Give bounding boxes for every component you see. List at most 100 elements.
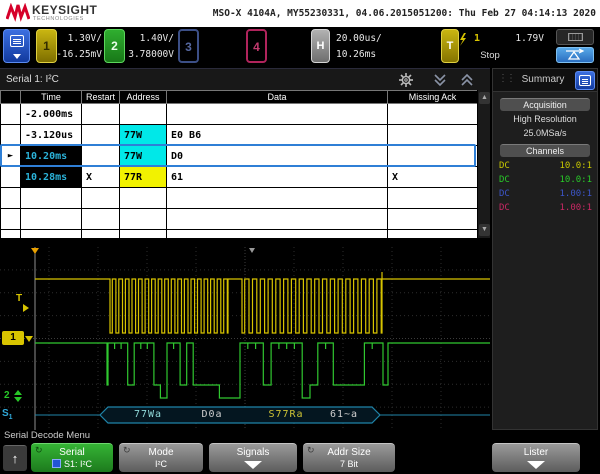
channel-3-button[interactable]: 3 (178, 29, 199, 63)
channel-2-offset: 3.78000V (122, 47, 174, 63)
hamburger-icon (579, 75, 591, 86)
missing-ack-column-header: Missing Ack (388, 91, 478, 104)
table-row[interactable]: -3.120us 77W E0 B6 (1, 125, 478, 146)
trigger-level: 1.79V (496, 33, 544, 44)
restart-cell (82, 104, 120, 125)
row-marker: ► (1, 146, 21, 167)
submenu-arrow-icon (244, 461, 262, 469)
waveform-display (0, 247, 490, 430)
softkey-label: Signals (209, 447, 297, 458)
scl-trace (35, 272, 490, 333)
time-cell: 10.28ms (21, 167, 82, 188)
channel-2-readout: 1.40V/ 3.78000V (122, 31, 174, 63)
checkbox-icon (52, 459, 61, 468)
channel-1-ground-marker[interactable]: 1 (2, 331, 24, 345)
data-cell: 61 (167, 167, 388, 188)
top-header: KEYSIGHT TECHNOLOGIES MSO-X 4104A, MY552… (0, 0, 600, 27)
table-row[interactable] (1, 188, 478, 209)
triangle-right-icon (23, 304, 29, 312)
channel-2-arrow-down-icon (14, 397, 22, 402)
time-column-header: Time (21, 91, 82, 104)
data-cell: E0 B6 (167, 125, 388, 146)
timebase-delay: 10.26ms (336, 47, 396, 63)
scroll-down-icon[interactable]: ▼ (479, 224, 490, 236)
cursors-button[interactable] (556, 47, 594, 63)
serial-panel-title: Serial 1: I²C (6, 74, 59, 85)
missing-ack-cell: X (388, 167, 478, 188)
summary-tab[interactable]: ⋮⋮ Summary ⋮⋮ (493, 69, 597, 92)
sidebar-title: Summary (515, 74, 571, 85)
signals-softkey[interactable]: Signals (209, 443, 297, 472)
table-row-selected[interactable]: ► 10.20ms 77W D0 (1, 146, 478, 167)
lister-table: Time Restart Address Data Missing Ack -2… (0, 90, 477, 238)
table-row[interactable] (1, 209, 478, 230)
table-row[interactable] (1, 230, 478, 239)
channel-1-readout: 1.30V/ -16.25mV (52, 31, 102, 63)
horizontal-button[interactable]: H (311, 29, 330, 63)
data-column-header: Data (167, 91, 388, 104)
table-row[interactable]: -2.000ms (1, 104, 478, 125)
main-menu-button[interactable] (3, 29, 30, 63)
summary-sidebar: ⋮⋮ Summary ⋮⋮ Acquisition High Resolutio… (492, 68, 598, 430)
probe-ratio: 1.00:1 (559, 189, 592, 199)
channel-1-summary: DC 10.0:1 (493, 161, 597, 174)
instrument-title: MSO-X 4104A, MY55230331, 04.06.201505120… (200, 8, 596, 19)
coupling-label: DC (499, 203, 510, 213)
touch-zone-button[interactable] (556, 29, 594, 45)
serial-softkey[interactable]: ↻ Serial S1: I²C (31, 443, 113, 472)
channel-2-scale: 1.40V/ (122, 31, 174, 47)
acquisition-section-button[interactable]: Acquisition (500, 98, 590, 111)
chevron-down-icon (13, 54, 21, 59)
back-button[interactable]: ↑ (3, 445, 27, 471)
cycle-icon: ↻ (35, 445, 43, 456)
horizontal-readout: 20.00us/ 10.26ms (336, 31, 396, 63)
brand-name: KEYSIGHT (32, 3, 97, 17)
coupling-label: DC (499, 189, 510, 199)
restart-cell (82, 125, 120, 146)
lister-softkey[interactable]: Lister (492, 443, 580, 472)
scroll-up-icon[interactable]: ▲ (479, 92, 490, 104)
submenu-arrow-icon (527, 461, 545, 469)
time-cell: -3.120us (21, 125, 82, 146)
softkey-value: 7 Bit (303, 459, 395, 469)
cycle-icon: ↻ (307, 445, 315, 456)
coupling-label: DC (499, 175, 510, 185)
channels-section-button[interactable]: Channels (500, 144, 590, 157)
time-reference-marker-icon (31, 248, 39, 254)
sidebar-menu-button[interactable] (575, 71, 595, 90)
serial-bus-marker: S1 (2, 408, 13, 421)
collapse-panel-icon[interactable] (430, 72, 450, 88)
lister-scrollbar[interactable]: ▲ ▼ (477, 90, 490, 238)
restart-cell (82, 146, 120, 167)
acquisition-mode: High Resolution (493, 114, 597, 124)
serial-panel-header: Serial 1: I²C (0, 68, 490, 90)
time-cell: -2.000ms (21, 104, 82, 125)
trigger-button[interactable]: T (441, 29, 459, 63)
address-column-header: Address (120, 91, 167, 104)
table-row[interactable]: 10.28ms X 77R 61 X (1, 167, 478, 188)
row-marker (1, 125, 21, 146)
data-cell: D0 (167, 146, 388, 167)
lister-header-row: Time Restart Address Data Missing Ack (1, 91, 478, 104)
grip-icon: ⋮⋮ (498, 73, 514, 84)
gear-icon[interactable] (396, 72, 416, 88)
channel-1-ground-arrow-icon (25, 336, 33, 342)
timebase-scale: 20.00us/ (336, 31, 396, 47)
keysight-logo-icon (6, 3, 30, 23)
mode-softkey[interactable]: ↻ Mode I²C (119, 443, 203, 472)
channel-2-ground-marker[interactable]: 2 (4, 390, 10, 401)
status-toolbar: 1 1.30V/ -16.25mV 2 1.40V/ 3.78000V 3 4 … (0, 27, 600, 67)
cycle-icon: ↻ (123, 445, 131, 456)
channel-1-scale: 1.30V/ (52, 31, 102, 47)
channel-4-button[interactable]: 4 (246, 29, 267, 63)
data-cell (167, 104, 388, 125)
probe-ratio: 10.0:1 (559, 175, 592, 185)
address-cell (120, 104, 167, 125)
address-cell: 77W (120, 125, 167, 146)
trigger-level-marker[interactable]: T (16, 293, 22, 304)
brand-subtitle: TECHNOLOGIES (33, 16, 84, 22)
expand-panel-icon[interactable] (457, 72, 477, 88)
addr-size-softkey[interactable]: ↻ Addr Size 7 Bit (303, 443, 395, 472)
row-marker (1, 167, 21, 188)
channel-4-summary: DC 1.00:1 (493, 203, 597, 216)
